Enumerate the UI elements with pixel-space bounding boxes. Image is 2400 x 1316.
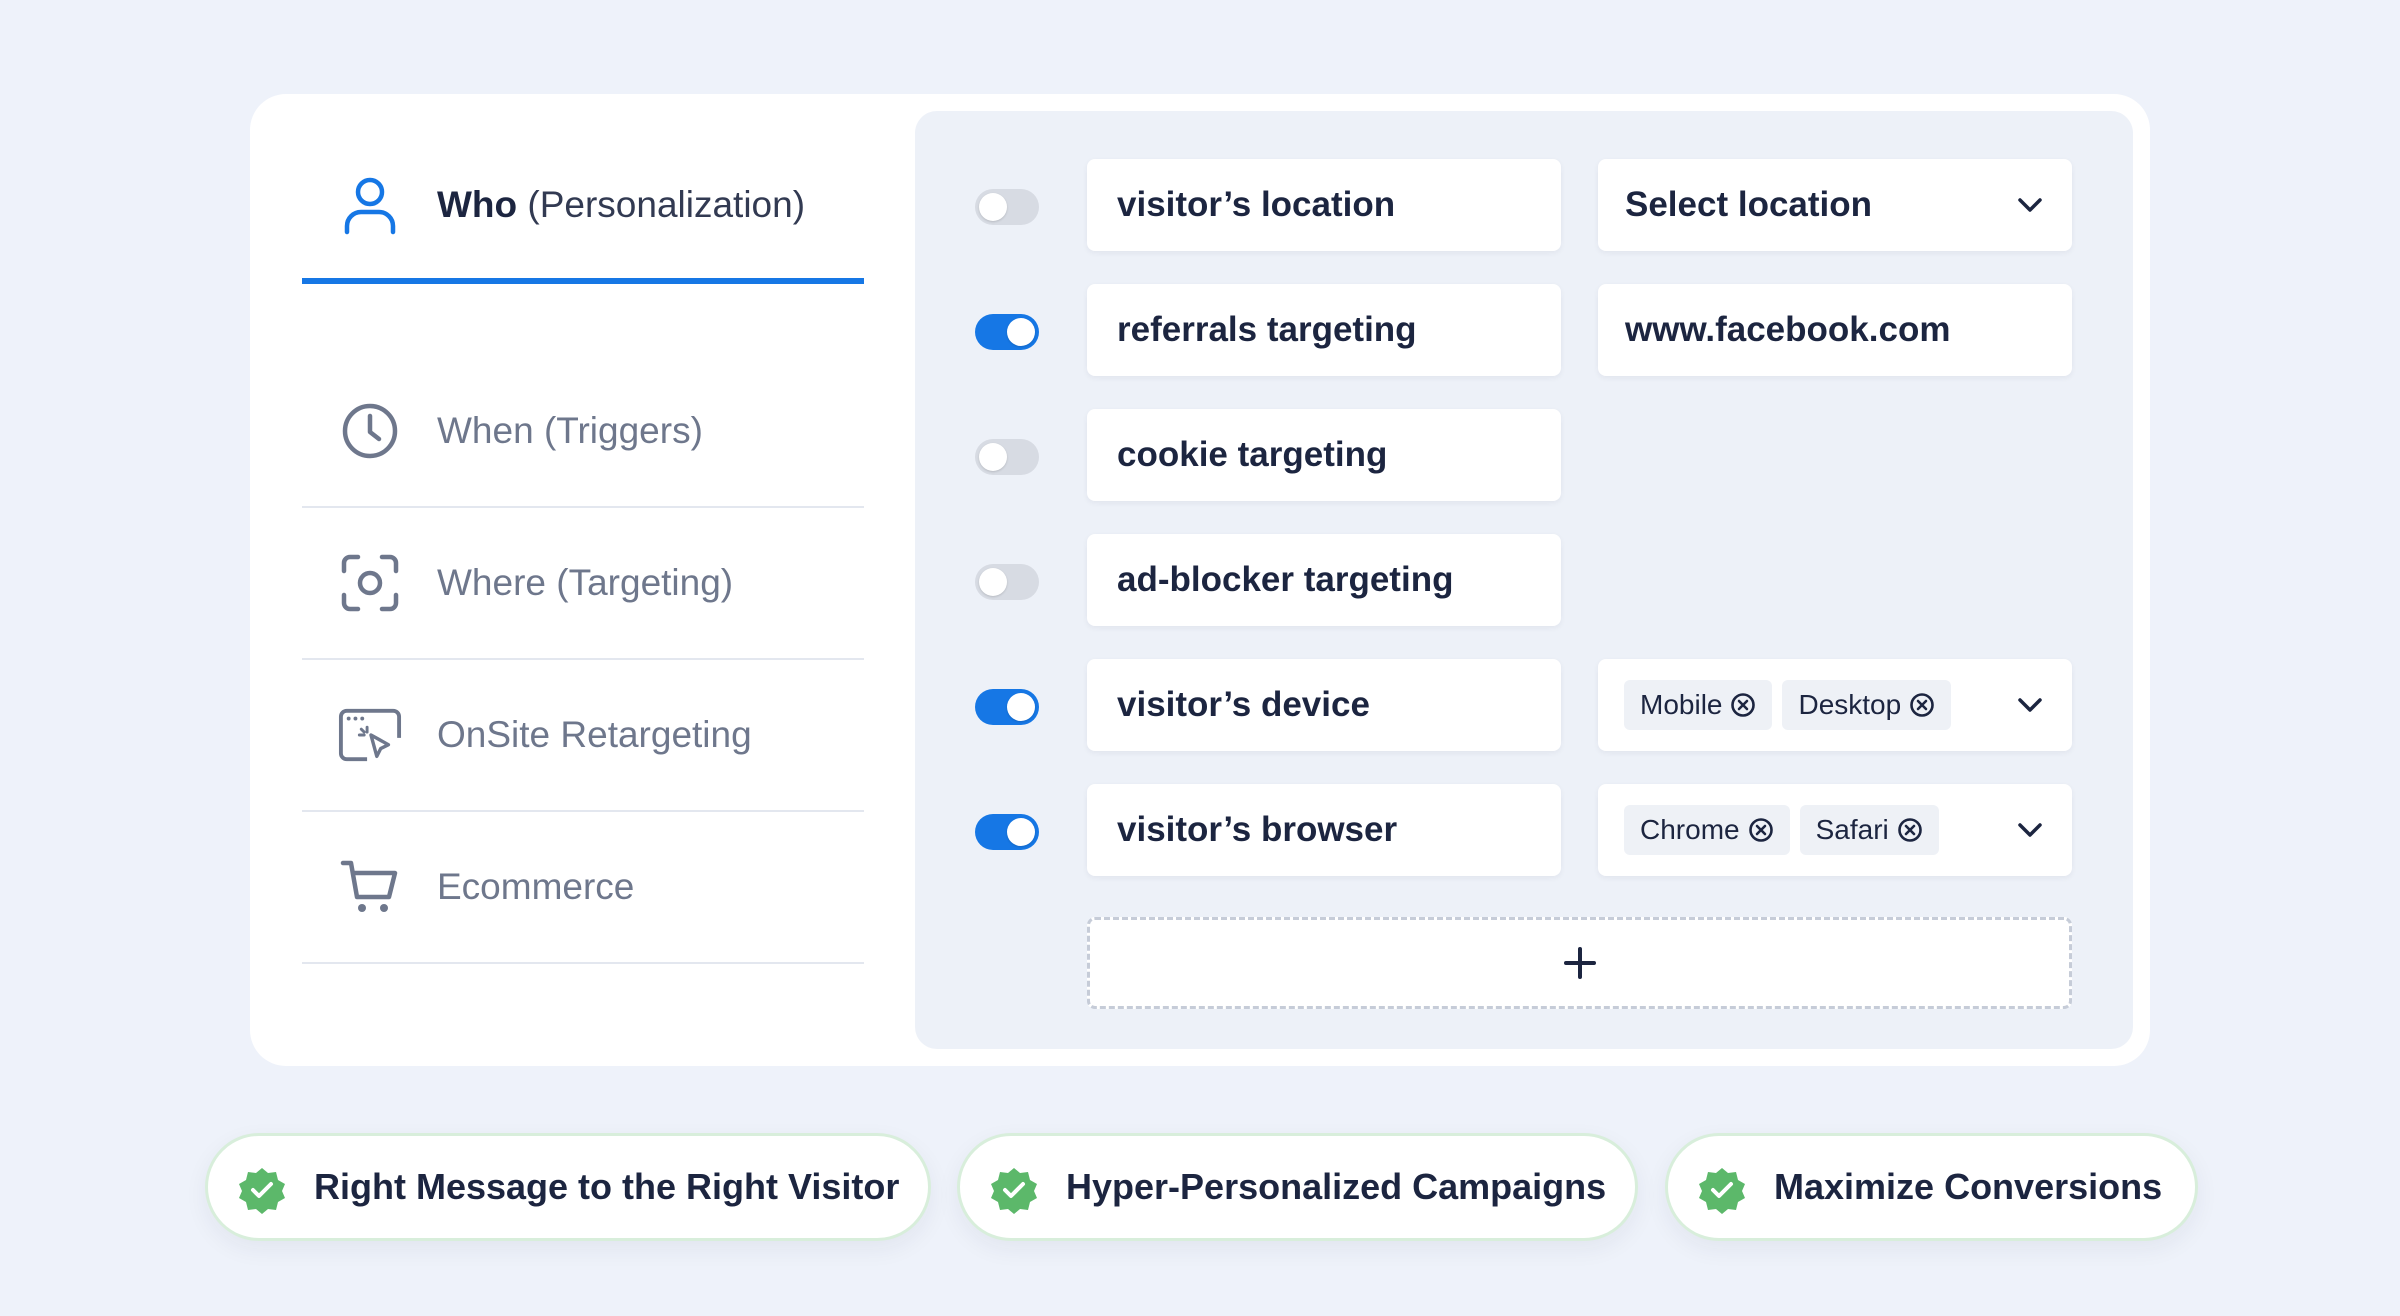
remove-chip-icon[interactable]: [1730, 692, 1756, 718]
referrals-toggle[interactable]: [975, 314, 1039, 350]
check-badge-icon: [1699, 1168, 1745, 1214]
adblocker-toggle[interactable]: [975, 564, 1039, 600]
rule-row-referrals: referrals targeting www.facebook.com: [915, 284, 2133, 376]
browser-toggle[interactable]: [975, 814, 1039, 850]
select-value: Select location: [1625, 185, 1873, 224]
chip-chrome: Chrome: [1624, 805, 1790, 855]
chevron-down-icon: [2016, 691, 2044, 719]
rule-label: referrals targeting: [1087, 284, 1561, 376]
sidebar-item-when[interactable]: When (Triggers): [302, 356, 864, 508]
rules-panel: visitor’s location Select location refer…: [915, 111, 2133, 1049]
rule-row-location: visitor’s location Select location: [915, 159, 2133, 251]
chevron-down-icon: [2016, 816, 2044, 844]
rule-label: visitor’s browser: [1087, 784, 1561, 876]
check-badge-icon: [991, 1168, 1037, 1214]
sidebar-item-label: OnSite Retargeting: [437, 714, 752, 755]
benefit-text: Maximize Conversions: [1774, 1166, 2163, 1207]
remove-chip-icon[interactable]: [1909, 692, 1935, 718]
sidebar: Who (Personalization) When (Triggers) Wh…: [302, 94, 864, 1066]
sidebar-item-ecommerce[interactable]: Ecommerce: [302, 812, 864, 964]
chip-desktop: Desktop: [1782, 680, 1952, 730]
device-multiselect[interactable]: Mobile Desktop: [1598, 659, 2072, 751]
cart-icon: [338, 855, 402, 919]
input-value: www.facebook.com: [1625, 310, 1951, 349]
sidebar-item-where[interactable]: Where (Targeting): [302, 508, 864, 660]
chip-mobile: Mobile: [1624, 680, 1773, 730]
benefit-text: Right Message to the Right Visitor: [314, 1166, 900, 1207]
sidebar-item-label: When (Triggers): [437, 410, 703, 451]
rule-label: visitor’s device: [1087, 659, 1561, 751]
check-badge-icon: [239, 1168, 285, 1214]
targeting-card: Who (Personalization) When (Triggers) Wh…: [250, 94, 2150, 1066]
page-background: Who (Personalization) When (Triggers) Wh…: [0, 0, 2400, 1316]
rule-label: visitor’s location: [1087, 159, 1561, 251]
clock-icon: [338, 399, 402, 463]
referral-url-input[interactable]: www.facebook.com: [1598, 284, 2072, 376]
benefit-text: Hyper-Personalized Campaigns: [1066, 1166, 1607, 1207]
rule-label: ad-blocker targeting: [1087, 534, 1561, 626]
cursor-click-icon: [338, 703, 402, 767]
remove-chip-icon[interactable]: [1897, 817, 1923, 843]
browser-multiselect[interactable]: Chrome Safari: [1598, 784, 2072, 876]
sidebar-item-who[interactable]: Who (Personalization): [302, 132, 864, 284]
chip-safari: Safari: [1799, 805, 1939, 855]
add-rule-button[interactable]: +: [1087, 917, 2072, 1009]
user-icon: [338, 173, 402, 237]
chevron-down-icon: [2016, 191, 2044, 219]
sidebar-item-label: Where (Targeting): [437, 562, 734, 603]
sidebar-item-label: Ecommerce: [437, 866, 635, 907]
sidebar-item-label: Who (Personalization): [437, 184, 806, 225]
target-icon: [338, 551, 402, 615]
rule-label: cookie targeting: [1087, 409, 1561, 501]
rule-row-adblocker: ad-blocker targeting: [915, 534, 2133, 626]
sidebar-item-onsite-retargeting[interactable]: OnSite Retargeting: [302, 660, 864, 812]
cookie-toggle[interactable]: [975, 439, 1039, 475]
remove-chip-icon[interactable]: [1748, 817, 1774, 843]
rule-row-device: visitor’s device Mobile Desktop: [915, 659, 2133, 751]
rule-row-cookie: cookie targeting: [915, 409, 2133, 501]
rule-row-browser: visitor’s browser Chrome Safari: [915, 784, 2133, 876]
location-toggle[interactable]: [975, 189, 1039, 225]
plus-icon: [1563, 947, 1596, 979]
benefit-pill: Maximize Conversions: [1665, 1133, 2198, 1241]
benefit-pill: Hyper-Personalized Campaigns: [957, 1133, 1638, 1241]
benefit-pill: Right Message to the Right Visitor: [205, 1133, 931, 1241]
location-select[interactable]: Select location: [1598, 159, 2072, 251]
device-toggle[interactable]: [975, 689, 1039, 725]
